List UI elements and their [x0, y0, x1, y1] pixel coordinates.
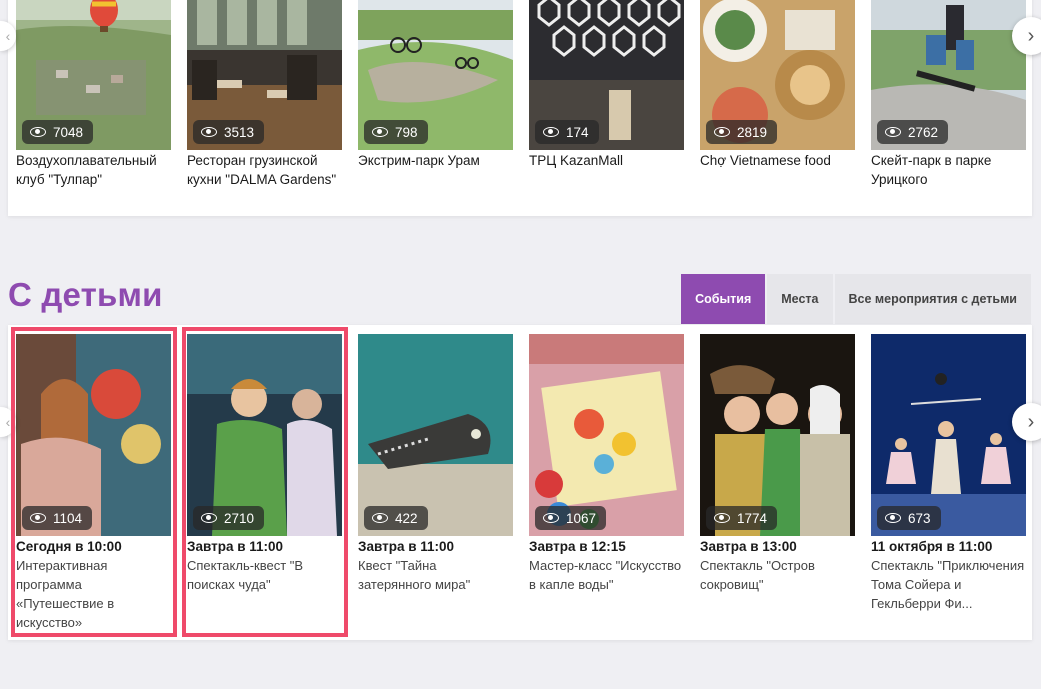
place-card[interactable]: 2819 Chợ Vietnamese food: [700, 0, 855, 170]
tab-places[interactable]: Места: [767, 274, 833, 324]
chevron-right-icon: ›: [1027, 410, 1035, 433]
views-badge: 673: [877, 506, 941, 530]
event-card[interactable]: 2710 Завтра в 11:00 Спектакль-квест "В по…: [187, 334, 342, 594]
section-title: С детьми: [8, 276, 163, 313]
eye-icon: [885, 127, 901, 137]
eye-icon: [30, 127, 46, 137]
place-title[interactable]: Chợ Vietnamese food: [700, 151, 855, 170]
place-image[interactable]: 2819: [700, 0, 855, 150]
event-card[interactable]: 1067 Завтра в 12:15 Мастер-класс "Искусс…: [529, 334, 684, 594]
views-badge: 7048: [22, 120, 94, 144]
place-image[interactable]: 798: [358, 0, 513, 150]
event-date: Завтра в 12:15: [529, 539, 626, 554]
event-date: 11 октября в 11:00: [871, 539, 993, 554]
views-badge: 2762: [877, 120, 949, 144]
place-card[interactable]: 3513 Ресторан грузинской кухни "DALMA Gar…: [187, 0, 342, 189]
event-card[interactable]: 673 11 октября в 11:00 Спектакль "Приклю…: [871, 334, 1026, 613]
event-card[interactable]: 422 Завтра в 11:00 Квест "Тайна затерянно…: [358, 334, 513, 594]
place-card[interactable]: 2762 Скейт-парк в парке Урицкого: [871, 0, 1026, 189]
event-title[interactable]: Интерактивная программа «Путешествие в иску…: [16, 556, 171, 632]
views-badge: 2819: [706, 120, 778, 144]
views-badge: 1774: [706, 506, 778, 530]
views-badge: 1067: [535, 506, 607, 530]
event-card[interactable]: 1774 Завтра в 13:00 Спектакль "Остров сок…: [700, 334, 855, 594]
eye-icon: [201, 127, 217, 137]
place-card[interactable]: 798 Экстрим-парк Урам: [358, 0, 513, 170]
views-badge: 3513: [193, 120, 265, 144]
event-title[interactable]: Спектакль-квест "В поисках чуда": [187, 556, 342, 594]
event-date: Завтра в 11:00: [358, 539, 455, 554]
views-badge: 1104: [22, 506, 93, 530]
place-card[interactable]: 174 ТРЦ KazanMall: [529, 0, 684, 170]
event-image[interactable]: 1774: [700, 334, 855, 536]
chevron-right-icon: ›: [1027, 24, 1035, 47]
place-title[interactable]: Ресторан грузинской кухни "DALMA Gardens": [187, 151, 342, 189]
event-title[interactable]: Спектакль "Остров сокровищ": [700, 556, 855, 594]
place-image[interactable]: 3513: [187, 0, 342, 150]
chevron-left-icon: ‹: [5, 28, 11, 44]
views-badge: 422: [364, 506, 428, 530]
event-title[interactable]: Спектакль "Приключения Тома Сойера и Гекль…: [871, 556, 1026, 613]
place-image[interactable]: 7048: [16, 0, 171, 150]
eye-icon: [543, 513, 559, 523]
chevron-left-icon: ‹: [5, 414, 11, 430]
event-date: Сегодня в 10:00: [16, 539, 122, 554]
kids-events-carousel: 1104 Сегодня в 10:00 Интерактивная програ…: [8, 325, 1032, 640]
place-card[interactable]: 7048 Воздухоплавательный клуб "Тулпар": [16, 0, 171, 189]
place-image[interactable]: 2762: [871, 0, 1026, 150]
event-title[interactable]: Мастер-класс "Искусство в капле воды": [529, 556, 684, 594]
eye-icon: [372, 513, 388, 523]
views-badge: 798: [364, 120, 428, 144]
section-tabs: События Места Все мероприятия с детьми: [681, 274, 1031, 324]
eye-icon: [714, 127, 730, 137]
place-title[interactable]: Воздухоплавательный клуб "Тулпар": [16, 151, 171, 189]
eye-icon: [543, 127, 559, 137]
event-image[interactable]: 2710: [187, 334, 342, 536]
eye-icon: [714, 513, 730, 523]
event-title[interactable]: Квест "Тайна затерянного мира": [358, 556, 513, 594]
tab-events[interactable]: События: [681, 274, 766, 324]
place-title[interactable]: Экстрим-парк Урам: [358, 151, 513, 170]
event-image[interactable]: 422: [358, 334, 513, 536]
views-badge: 174: [535, 120, 599, 144]
event-image[interactable]: 1104: [16, 334, 171, 536]
event-date: Завтра в 13:00: [700, 539, 797, 554]
places-carousel: 7048 Воздухоплавательный клуб "Тулпар" 35…: [8, 0, 1032, 216]
place-title[interactable]: ТРЦ KazanMall: [529, 151, 684, 170]
eye-icon: [30, 513, 46, 523]
event-image[interactable]: 673: [871, 334, 1026, 536]
tab-all-kids-events[interactable]: Все мероприятия с детьми: [834, 274, 1031, 324]
place-title[interactable]: Скейт-парк в парке Урицкого: [871, 151, 1026, 189]
eye-icon: [885, 513, 901, 523]
event-card[interactable]: 1104 Сегодня в 10:00 Интерактивная програ…: [16, 334, 171, 632]
views-badge: 2710: [193, 506, 265, 530]
event-image[interactable]: 1067: [529, 334, 684, 536]
place-image[interactable]: 174: [529, 0, 684, 150]
eye-icon: [201, 513, 217, 523]
eye-icon: [372, 127, 388, 137]
event-date: Завтра в 11:00: [187, 539, 284, 554]
